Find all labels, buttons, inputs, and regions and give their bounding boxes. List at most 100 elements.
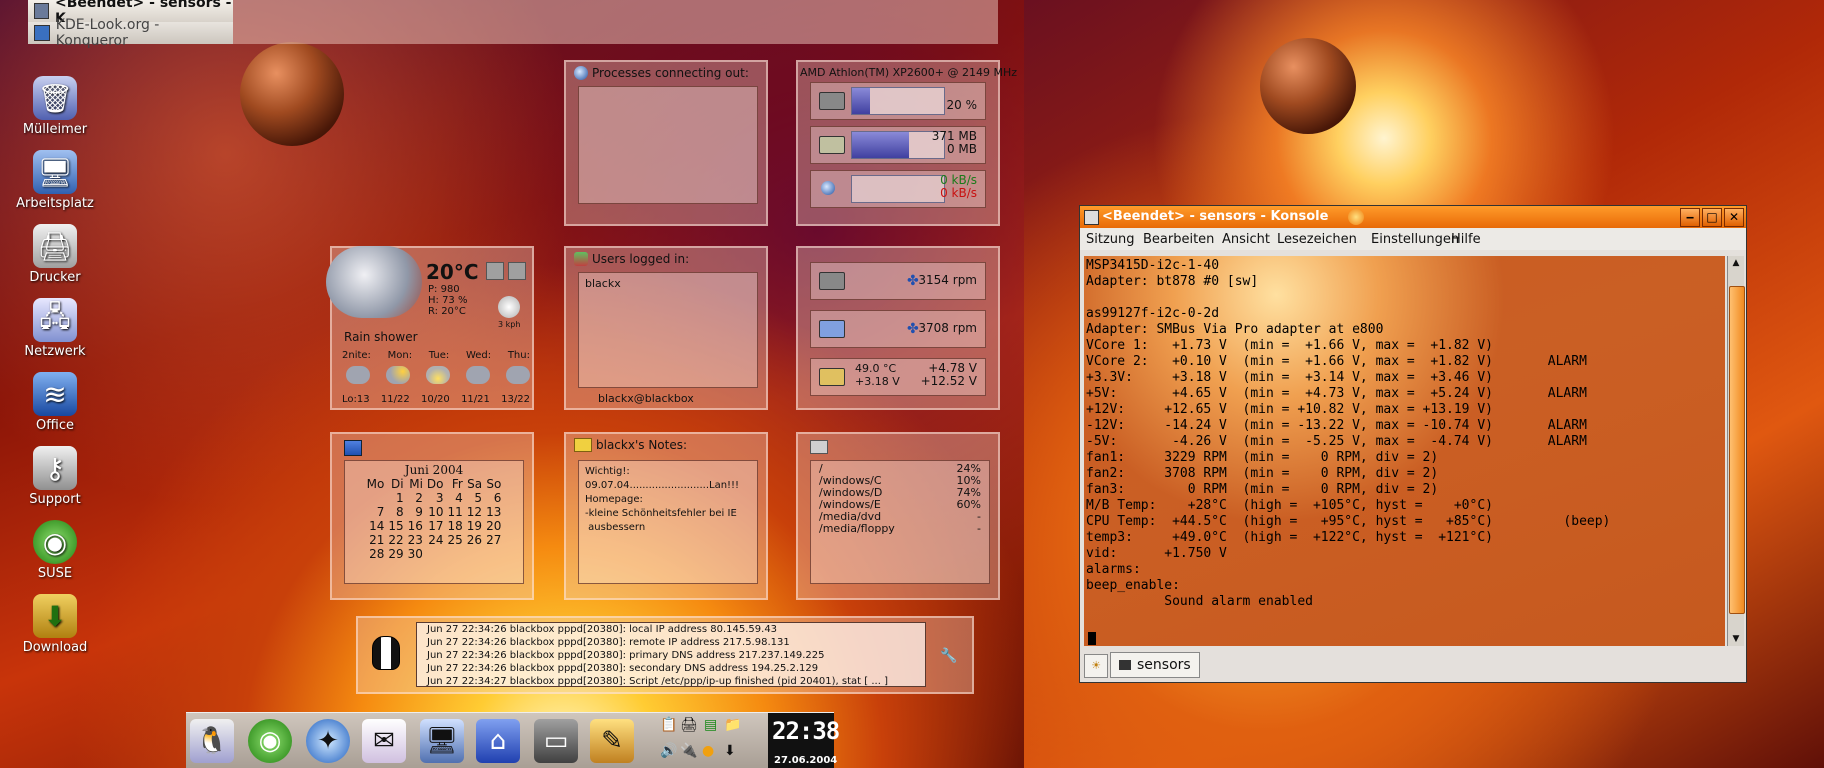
- printer-icon[interactable]: 🖨: [680, 717, 698, 733]
- network-row: 0 kB/s 0 kB/s: [810, 170, 986, 208]
- day[interactable]: 27: [484, 533, 503, 547]
- day[interactable]: 8: [386, 505, 405, 519]
- day[interactable]: 29: [386, 547, 405, 561]
- day[interactable]: 18: [446, 519, 465, 533]
- close-button[interactable]: ✕: [1724, 208, 1744, 227]
- show-desktop-icon[interactable]: 🐧: [190, 719, 234, 763]
- desktop-icon-computer[interactable]: 🖥 Arbeitsplatz: [12, 150, 98, 211]
- cpu-load: 20 %: [946, 98, 978, 112]
- day[interactable]: 14: [365, 519, 387, 533]
- menu-hilfe[interactable]: Hilfe: [1451, 232, 1481, 247]
- day[interactable]: 3: [425, 491, 446, 505]
- menu-ansicht[interactable]: Ansicht: [1222, 232, 1270, 247]
- memory-row: 371 MB 0 MB: [810, 126, 986, 164]
- weather-settings-icon[interactable]: [486, 262, 504, 280]
- terminal-icon[interactable]: 🖥: [420, 719, 464, 763]
- menu-lesezeichen[interactable]: Lesezeichen: [1277, 232, 1357, 247]
- suse-menu-icon[interactable]: ◉: [248, 719, 292, 763]
- calendar-month: Juni 2004: [404, 463, 464, 477]
- day[interactable]: 25: [446, 533, 465, 547]
- day[interactable]: 28: [365, 547, 387, 561]
- day[interactable]: [465, 547, 484, 561]
- fan2-row: ✤ 3708 rpm: [810, 310, 986, 348]
- day[interactable]: 10: [425, 505, 446, 519]
- day[interactable]: 26: [465, 533, 484, 547]
- desktop-icon-suse[interactable]: ◉ SUSE: [12, 520, 98, 581]
- tab-sensors[interactable]: sensors: [1110, 652, 1200, 678]
- day[interactable]: [425, 547, 446, 561]
- update-icon[interactable]: ⬇: [724, 743, 736, 759]
- desktop-icon-support[interactable]: ⚷ Support: [12, 446, 98, 507]
- sun-icon[interactable]: ●: [702, 743, 714, 759]
- clock[interactable]: 22:38 27.06.2004: [768, 713, 840, 768]
- processes-title-row: Processes connecting out:: [574, 66, 749, 80]
- computer-case-icon: [819, 320, 845, 338]
- weather-refresh-icon[interactable]: [508, 262, 526, 280]
- day[interactable]: 24: [425, 533, 446, 547]
- new-session-button[interactable]: ☀: [1084, 654, 1108, 678]
- network-icon[interactable]: ▤: [704, 717, 717, 733]
- day[interactable]: 16: [406, 519, 425, 533]
- maximize-button[interactable]: □: [1702, 208, 1722, 227]
- volume-icon[interactable]: 🔊: [660, 743, 677, 759]
- clipboard-icon[interactable]: 📋: [660, 717, 677, 733]
- day[interactable]: 17: [425, 519, 446, 533]
- day[interactable]: [446, 547, 465, 561]
- menu-einstellungen[interactable]: Einstellungen: [1371, 232, 1459, 247]
- terminal-scrollbar[interactable]: ▲ ▼: [1727, 256, 1745, 646]
- day[interactable]: 22: [386, 533, 405, 547]
- day[interactable]: 5: [465, 491, 484, 505]
- voltage-row: 49.0 °C +3.18 V +4.78 V +12.52 V: [810, 358, 986, 396]
- menu-bearbeiten[interactable]: Bearbeiten: [1143, 232, 1214, 247]
- planet-image: [240, 42, 344, 146]
- day[interactable]: 13: [484, 505, 503, 519]
- forecast-day: Mon:: [387, 350, 413, 361]
- konqueror-icon[interactable]: ✦: [306, 719, 350, 763]
- day[interactable]: 11: [446, 505, 465, 519]
- cpu-graph: [851, 87, 945, 115]
- minimize-button[interactable]: ‒: [1680, 208, 1700, 227]
- day[interactable]: 30: [406, 547, 425, 561]
- day[interactable]: 21: [365, 533, 387, 547]
- day[interactable]: 9: [406, 505, 425, 519]
- disk-list: /24% /windows/C 10% /windows/D 74% /window…: [810, 460, 990, 584]
- scroll-up-arrow-icon[interactable]: ▲: [1728, 256, 1744, 270]
- monitor-icon[interactable]: ▭: [534, 719, 578, 763]
- desktop-icon-network[interactable]: 🖧 Netzwerk: [12, 298, 98, 359]
- menu-sitzung[interactable]: Sitzung: [1086, 232, 1135, 247]
- day[interactable]: 1: [386, 491, 405, 505]
- day[interactable]: 4: [446, 491, 465, 505]
- day[interactable]: 19: [465, 519, 484, 533]
- scrollbar-thumb[interactable]: [1729, 286, 1745, 614]
- konsole-titlebar[interactable]: <Beendet> - sensors - Konsole ‒ □ ✕: [1080, 206, 1746, 228]
- disk-usage-panel: /24% /windows/C 10% /windows/D 74% /window…: [796, 432, 1000, 600]
- day[interactable]: 2: [406, 491, 425, 505]
- fan1-speed: 3154 rpm: [918, 273, 977, 287]
- cloud-rain-icon: [466, 366, 490, 384]
- folder-icon[interactable]: 📁: [724, 717, 741, 733]
- weather-humidity: H: 73 %: [428, 295, 468, 306]
- day[interactable]: 7: [365, 505, 387, 519]
- scroll-down-arrow-icon[interactable]: ▼: [1728, 632, 1744, 646]
- day[interactable]: 6: [484, 491, 503, 505]
- day[interactable]: 12: [465, 505, 484, 519]
- desktop-icon-printer[interactable]: 🖨 Drucker: [12, 224, 98, 285]
- day[interactable]: [484, 547, 503, 561]
- sticky-icon[interactable]: [1348, 209, 1364, 225]
- plug-icon[interactable]: 🔌: [680, 743, 697, 759]
- notes-text[interactable]: Wichtig!: 09.07.04......................…: [578, 460, 758, 584]
- desktop-icon-trash[interactable]: 🗑 Mülleimer: [12, 76, 98, 137]
- day[interactable]: 20: [484, 519, 503, 533]
- office-icon[interactable]: ✎: [590, 719, 634, 763]
- day[interactable]: 23: [406, 533, 425, 547]
- note-line: ausbessern: [585, 522, 646, 533]
- day[interactable]: [365, 491, 387, 505]
- mail-icon[interactable]: ✉: [362, 719, 406, 763]
- desktop-icon-office[interactable]: ≋ Office: [12, 372, 98, 433]
- desktop-icon-download[interactable]: ⬇ Download: [12, 594, 98, 655]
- task-konqueror[interactable]: KDE-Look.org - Konqueror: [28, 17, 233, 49]
- terminal-area[interactable]: MSP3415D-i2c-1-40 Adapter: bt878 #0 [sw]…: [1084, 256, 1725, 646]
- day[interactable]: 15: [386, 519, 405, 533]
- wrench-icon[interactable]: 🔧: [940, 648, 957, 664]
- home-icon[interactable]: ⌂: [476, 719, 520, 763]
